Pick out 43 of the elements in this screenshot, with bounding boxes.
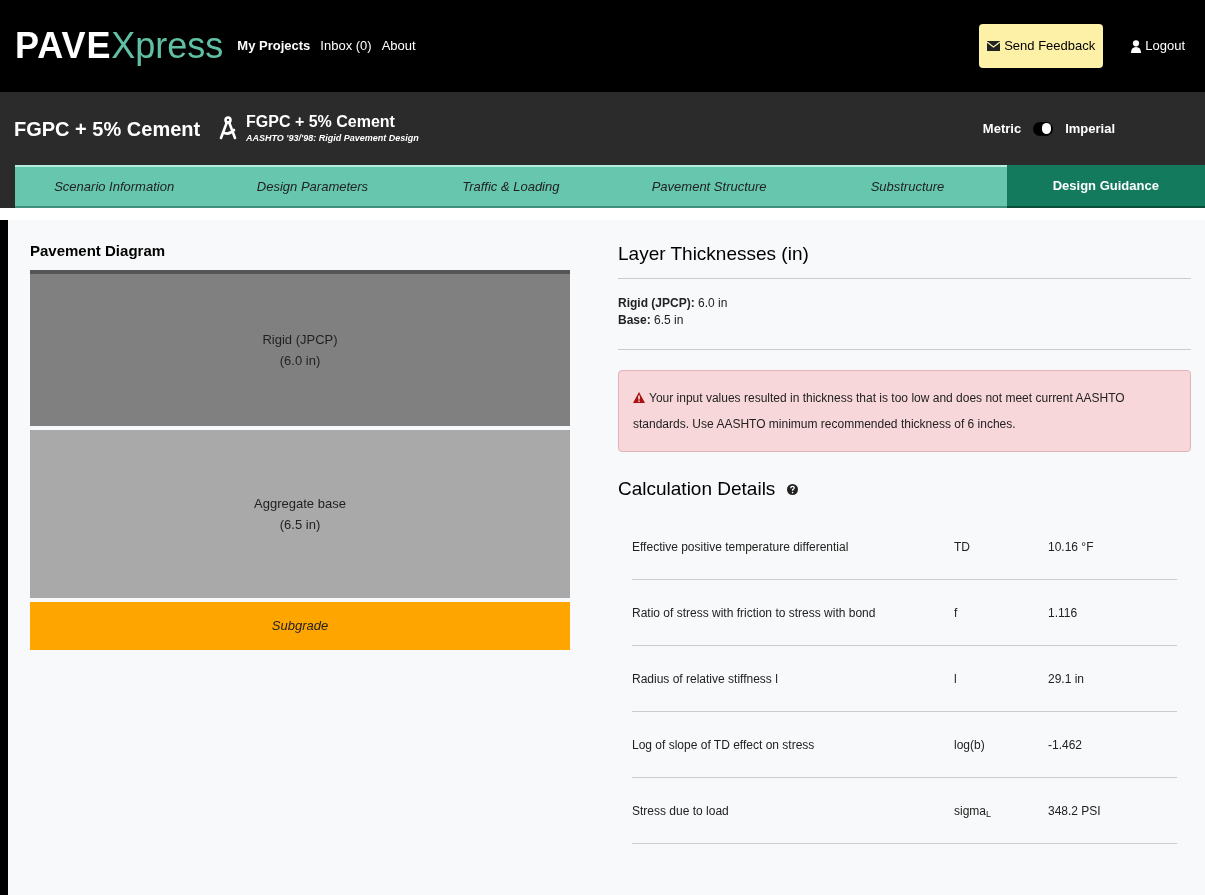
table-cell-text: -1.462 bbox=[1048, 736, 1083, 754]
nav-tab[interactable]: Scenario Information bbox=[15, 165, 214, 208]
nav-link[interactable]: Inbox (0) bbox=[320, 36, 372, 56]
table-cell-text: Stress due to load bbox=[632, 802, 730, 820]
table-cell-text: log(b) bbox=[954, 736, 986, 754]
table-cell-text: 348.2 PSI bbox=[1048, 802, 1101, 820]
layer-name: Rigid (JPCP) bbox=[262, 330, 338, 349]
nav-tab[interactable]: Design Guidance bbox=[1006, 165, 1205, 208]
table-cell-text: l bbox=[954, 670, 958, 688]
table-cell-text: 1.116 bbox=[1048, 604, 1078, 622]
logout-link[interactable]: Logout bbox=[1131, 36, 1185, 56]
brand-logo[interactable]: PAVEXpress bbox=[15, 28, 224, 64]
table-cell-text: 29.1 in bbox=[1048, 670, 1085, 688]
table-cell-text: sigma$_{L}$ bbox=[954, 802, 993, 820]
unit-label[interactable]: Metric bbox=[982, 118, 1022, 139]
layer-name: Subgrade bbox=[271, 617, 329, 636]
section-heading: Calculation Details bbox=[618, 476, 776, 501]
thickness-item: Rigid (JPCP): 6.0 in bbox=[618, 295, 729, 312]
table-cell-text: Log of slope of TD effect on stress bbox=[632, 736, 816, 754]
nav-tab[interactable]: Design Parameters bbox=[213, 165, 412, 208]
unit-label[interactable]: Imperial bbox=[1065, 118, 1115, 139]
table-cell-text: TD bbox=[954, 538, 971, 556]
warning-alert: Your input values resulted in thickness that is too low and does not meet current AASHTO standards. Use AASHTO minimum recommended thickness of 6 inches. bbox=[618, 370, 1191, 452]
table-cell-text: 10.16 °F bbox=[1048, 538, 1094, 556]
layer-thickness: (6.0 in) bbox=[279, 352, 321, 370]
nav-tab[interactable]: Pavement Structure bbox=[610, 165, 809, 208]
section-heading: Layer Thicknesses (in) bbox=[618, 242, 810, 266]
section-heading: Pavement Diagram bbox=[30, 241, 167, 260]
table-cell-text: f bbox=[954, 604, 959, 622]
table-cell-text: Ratio of stress with friction to stress with bond bbox=[632, 604, 877, 622]
layer-thickness: (6.5 in) bbox=[279, 516, 321, 534]
table-cell-text: Radius of relative stiffness l bbox=[632, 670, 779, 688]
project-title: FGPC + 5% Cement bbox=[14, 116, 202, 142]
scenario-title: FGPC + 5% Cement bbox=[246, 111, 396, 132]
nav-link[interactable]: About bbox=[381, 36, 416, 56]
thickness-item: Base: 6.5 in bbox=[618, 312, 685, 329]
nav-tab[interactable]: Substructure bbox=[808, 165, 1007, 208]
feedback-button[interactable]: Send Feedback bbox=[979, 24, 1104, 68]
nav-tab[interactable]: Traffic & Loading bbox=[411, 165, 610, 208]
scenario-subtitle: AASHTO '93/'98: Rigid Pavement Design bbox=[246, 131, 419, 145]
table-cell-text: Effective positive temperature differential bbox=[632, 538, 850, 556]
layer-name: Aggregate base bbox=[254, 494, 346, 513]
nav-link[interactable]: My Projects bbox=[237, 36, 311, 56]
